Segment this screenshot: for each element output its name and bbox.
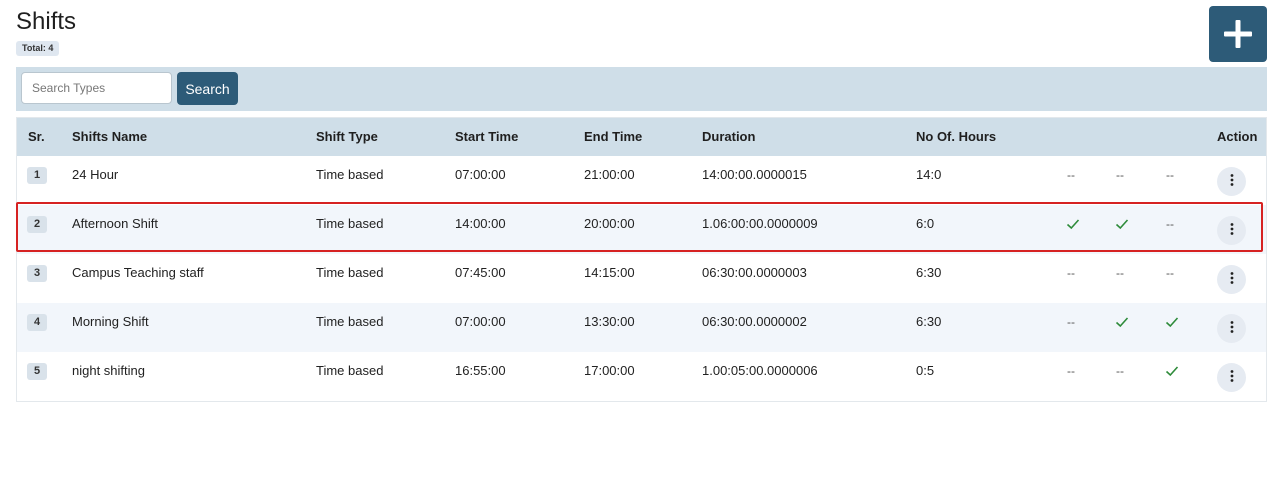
start-time-cell: 16:55:00: [455, 363, 506, 378]
row-action-button[interactable]: [1217, 363, 1246, 392]
end-time-cell: 13:30:00: [584, 314, 635, 329]
start-time-cell: 07:00:00: [455, 314, 506, 329]
empty-flag-dash: --: [1116, 364, 1124, 378]
total-badge: Total: 4: [16, 41, 60, 56]
search-bar: Search: [16, 67, 1267, 111]
sr-badge: 5: [27, 363, 47, 380]
more-vertical-icon: [1230, 223, 1234, 238]
search-button[interactable]: Search: [177, 72, 238, 105]
table-row[interactable]: 1 24 Hour Time based 07:00:00 21:00:00 14:00:…: [17, 156, 1266, 205]
table-header: Sr. Shifts Name Shift Type Start Time En…: [17, 118, 1266, 156]
check-icon: [1165, 317, 1179, 328]
header-hours: No Of. Hours: [916, 129, 997, 144]
duration-cell: 1.06:00:00.0000009: [702, 216, 818, 231]
shift-type-cell: Time based: [316, 216, 384, 231]
hours-cell: 6:30: [916, 265, 942, 280]
row-action-button[interactable]: [1217, 216, 1246, 245]
hours-cell: 6:0: [916, 216, 935, 231]
start-time-cell: 07:45:00: [455, 265, 506, 280]
shift-type-cell: Time based: [316, 363, 384, 378]
empty-flag-dash: --: [1166, 217, 1174, 231]
shift-name-cell: Afternoon Shift: [72, 216, 158, 231]
hours-cell: 14:0: [916, 167, 942, 182]
shift-name-cell: 24 Hour: [72, 167, 119, 182]
duration-cell: 06:30:00.0000002: [702, 314, 807, 329]
plus-icon: [1223, 19, 1253, 49]
end-time-cell: 20:00:00: [584, 216, 635, 231]
sr-badge: 2: [27, 216, 47, 233]
shift-name-cell: night shifting: [72, 363, 145, 378]
empty-flag-dash: --: [1166, 266, 1174, 280]
shift-name-cell: Morning Shift: [72, 314, 149, 329]
header-start-time: Start Time: [455, 129, 519, 144]
search-input[interactable]: [21, 72, 172, 104]
row-action-button[interactable]: [1217, 314, 1246, 343]
empty-flag-dash: --: [1067, 364, 1075, 378]
sr-badge: 4: [27, 314, 47, 331]
header-shift-name: Shifts Name: [72, 129, 148, 144]
more-vertical-icon: [1230, 370, 1234, 385]
empty-flag-dash: --: [1166, 168, 1174, 182]
duration-cell: 14:00:00.0000015: [702, 167, 807, 182]
row-action-button[interactable]: [1217, 265, 1246, 294]
end-time-cell: 21:00:00: [584, 167, 635, 182]
table-row[interactable]: 5 night shifting Time based 16:55:00 17:00:0…: [17, 352, 1266, 401]
sr-badge: 1: [27, 167, 47, 184]
header-sr: Sr.: [28, 129, 45, 144]
table-row[interactable]: 2 Afternoon Shift Time based 14:00:00 20:00:…: [17, 205, 1266, 254]
page-title: Shifts: [16, 8, 77, 35]
shift-type-cell: Time based: [316, 314, 384, 329]
more-vertical-icon: [1230, 272, 1234, 287]
shifts-table: Sr. Shifts Name Shift Type Start Time En…: [16, 117, 1267, 402]
table-row[interactable]: 4 Morning Shift Time based 07:00:00 13:30:00…: [17, 303, 1266, 352]
header-action: Action: [1217, 129, 1258, 144]
header-end-time: End Time: [584, 129, 643, 144]
start-time-cell: 14:00:00: [455, 216, 506, 231]
add-shift-button[interactable]: [1209, 6, 1267, 62]
hours-cell: 0:5: [916, 363, 935, 378]
hours-cell: 6:30: [916, 314, 942, 329]
shift-type-cell: Time based: [316, 265, 384, 280]
check-icon: [1165, 366, 1179, 377]
check-icon: [1115, 219, 1129, 230]
empty-flag-dash: --: [1067, 315, 1075, 329]
check-icon: [1066, 219, 1080, 230]
empty-flag-dash: --: [1067, 168, 1075, 182]
empty-flag-dash: --: [1116, 168, 1124, 182]
sr-badge: 3: [27, 265, 47, 282]
header-duration: Duration: [702, 129, 756, 144]
check-icon: [1115, 317, 1129, 328]
duration-cell: 06:30:00.0000003: [702, 265, 807, 280]
row-action-button[interactable]: [1217, 167, 1246, 196]
empty-flag-dash: --: [1067, 266, 1075, 280]
header-shift-type: Shift Type: [316, 129, 378, 144]
end-time-cell: 17:00:00: [584, 363, 635, 378]
more-vertical-icon: [1230, 321, 1234, 336]
end-time-cell: 14:15:00: [584, 265, 635, 280]
shift-name-cell: Campus Teaching staff: [72, 265, 204, 280]
table-row[interactable]: 3 Campus Teaching staff Time based 07:45:00…: [17, 254, 1266, 303]
empty-flag-dash: --: [1116, 266, 1124, 280]
start-time-cell: 07:00:00: [455, 167, 506, 182]
shift-type-cell: Time based: [316, 167, 384, 182]
more-vertical-icon: [1230, 174, 1234, 189]
duration-cell: 1.00:05:00.0000006: [702, 363, 818, 378]
